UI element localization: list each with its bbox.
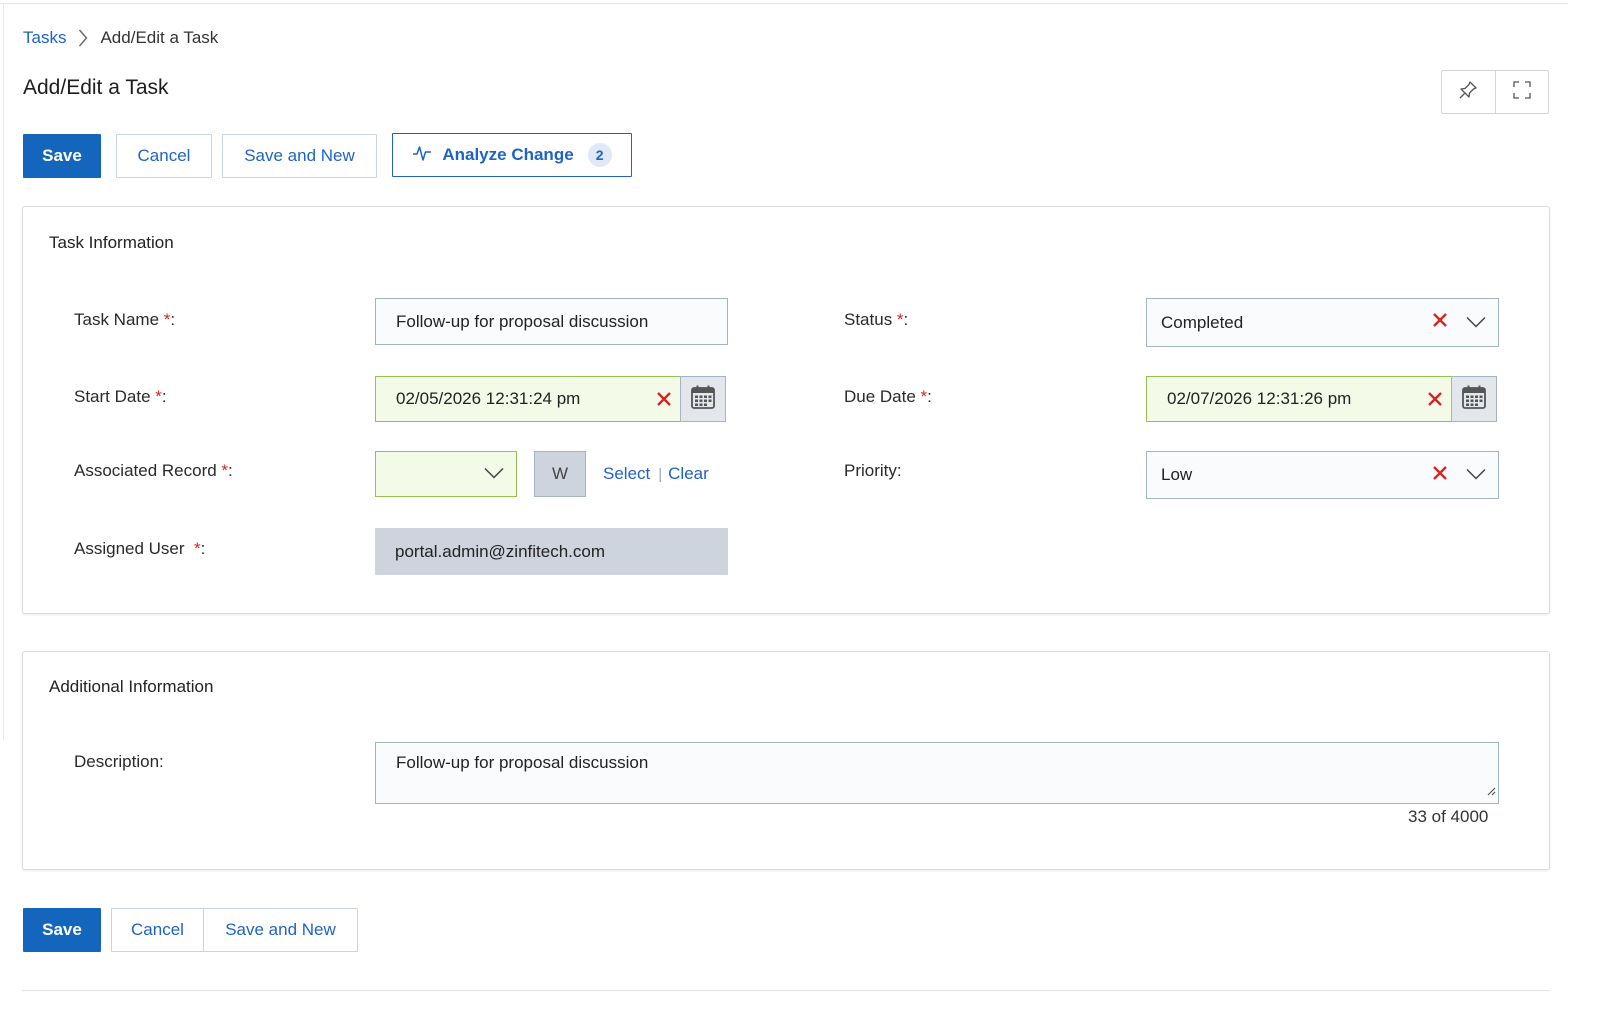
clear-status-icon[interactable] (1432, 312, 1448, 333)
calendar-icon (690, 384, 716, 415)
link-separator: | (658, 465, 663, 483)
clear-record-link[interactable]: Clear (668, 464, 709, 484)
save-button-bottom[interactable]: Save (23, 908, 101, 952)
breadcrumb: Tasks Add/Edit a Task (23, 27, 218, 49)
resize-grip-icon[interactable] (1486, 781, 1496, 801)
priority-label: Priority: (844, 461, 902, 480)
top-divider (0, 3, 1568, 4)
associated-record-label: Associated Record *: (74, 461, 233, 480)
page-title: Add/Edit a Task (23, 76, 169, 99)
start-date-input[interactable]: 02/05/2026 12:31:24 pm (375, 376, 681, 422)
chevron-down-icon[interactable] (1466, 465, 1486, 485)
assigned-user-field: portal.admin@zinfitech.com (375, 528, 728, 575)
status-label: Status *: (844, 310, 909, 329)
clear-start-date-icon[interactable] (656, 391, 672, 407)
additional-information-title: Additional Information (49, 677, 214, 696)
save-button[interactable]: Save (23, 134, 101, 178)
description-textarea[interactable]: Follow-up for proposal discussion (375, 742, 1499, 804)
assigned-user-label: Assigned User *: (74, 539, 206, 558)
pin-button[interactable] (1442, 71, 1495, 113)
calendar-icon (1461, 384, 1487, 415)
due-date-calendar-button[interactable] (1451, 376, 1497, 422)
task-name-input[interactable]: Follow-up for proposal discussion (375, 298, 728, 345)
start-date-calendar-button[interactable] (680, 376, 726, 422)
due-date-label: Due Date *: (844, 387, 932, 406)
left-divider (3, 4, 4, 740)
select-record-link[interactable]: Select (603, 464, 650, 484)
description-value: Follow-up for proposal discussion (396, 753, 649, 772)
chevron-right-icon (66, 29, 100, 47)
associated-record-value[interactable]: W (534, 451, 586, 497)
analyze-count-badge: 2 (587, 143, 612, 167)
clear-priority-icon[interactable] (1432, 465, 1448, 486)
pin-icon (1458, 80, 1478, 105)
status-select[interactable]: Completed (1146, 298, 1499, 347)
due-date-value: 02/07/2026 12:31:26 pm (1167, 389, 1352, 408)
cancel-button-bottom[interactable]: Cancel (111, 908, 204, 952)
status-value: Completed (1161, 312, 1244, 332)
view-tools (1441, 70, 1549, 114)
save-and-new-button[interactable]: Save and New (222, 134, 377, 178)
breadcrumb-current: Add/Edit a Task (100, 28, 219, 47)
analyze-change-label: Analyze Change (442, 145, 574, 164)
expand-icon (1512, 80, 1532, 105)
due-date-input[interactable]: 02/07/2026 12:31:26 pm (1146, 376, 1452, 422)
description-char-count: 33 of 4000 (1408, 807, 1489, 826)
start-date-value: 02/05/2026 12:31:24 pm (396, 389, 581, 408)
clear-due-date-icon[interactable] (1427, 391, 1443, 407)
task-information-title: Task Information (49, 233, 174, 252)
associated-record-type-select[interactable] (375, 451, 517, 497)
analyze-change-button[interactable]: Analyze Change 2 (392, 133, 632, 177)
bottom-divider (22, 990, 1550, 991)
associated-record-actions: Select | Clear (603, 464, 709, 484)
cancel-button[interactable]: Cancel (116, 134, 212, 178)
chevron-down-icon (484, 464, 504, 484)
fullscreen-button[interactable] (1494, 71, 1549, 113)
chevron-down-icon[interactable] (1466, 313, 1486, 333)
start-date-label: Start Date *: (74, 387, 167, 406)
priority-select[interactable]: Low (1146, 451, 1499, 499)
task-name-label: Task Name *: (74, 310, 176, 329)
breadcrumb-tasks-link[interactable]: Tasks (23, 28, 66, 48)
description-label: Description: (74, 752, 164, 771)
save-and-new-button-bottom[interactable]: Save and New (203, 908, 358, 952)
activity-icon (412, 144, 432, 167)
priority-value: Low (1161, 465, 1193, 484)
